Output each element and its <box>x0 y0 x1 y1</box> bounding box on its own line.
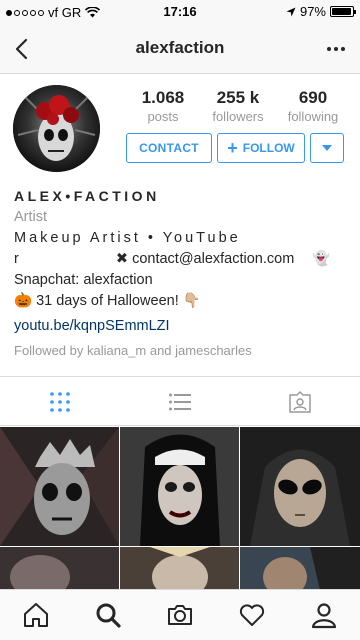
more-options-icon[interactable] <box>322 36 350 62</box>
profile-icon[interactable] <box>310 601 338 629</box>
photo-thumbnail[interactable] <box>240 427 360 546</box>
bio-line-2-prefix: r <box>14 251 22 267</box>
contact-button[interactable]: CONTACT <box>126 133 212 163</box>
follow-button[interactable]: + FOLLOW <box>217 133 305 163</box>
battery-level <box>332 8 352 15</box>
posts-count: 1.068 <box>141 88 185 107</box>
avatar-image <box>13 85 100 172</box>
followed-by-text[interactable]: Followed by kaliana_m and jamescharles <box>14 340 350 361</box>
photo-thumbnail[interactable] <box>0 547 119 589</box>
plus-icon: + <box>227 138 238 158</box>
home-icon[interactable] <box>22 601 50 629</box>
suggestions-dropdown-button[interactable] <box>310 133 344 163</box>
photo-thumbnail[interactable] <box>240 547 360 589</box>
bio-line-1: Makeup Artist • YouTube <box>14 230 241 246</box>
profile-avatar[interactable] <box>13 85 100 172</box>
status-right: 97% <box>286 4 356 19</box>
profile-view-tabs <box>0 376 360 426</box>
camera-icon[interactable] <box>166 601 194 629</box>
bottom-tab-bar <box>0 589 360 640</box>
contact-button-label: CONTACT <box>139 141 199 155</box>
display-name: ALEX•FACTION <box>14 188 160 204</box>
bio-snapchat: Snapchat: alexfaction <box>14 272 153 288</box>
photo-grid <box>0 427 360 589</box>
posts-stat[interactable]: 1.068 posts <box>128 88 198 124</box>
followers-count: 255 k <box>216 88 260 107</box>
contact-email: ✖ contact@alexfaction.com <box>115 251 295 267</box>
following-stat[interactable]: 690 following <box>278 88 348 124</box>
photo-thumbnail[interactable] <box>0 427 119 546</box>
profile-stats: 1.068 posts 255 k followers 690 followin… <box>128 88 348 124</box>
grid-view-icon[interactable] <box>48 390 72 414</box>
follow-button-label: FOLLOW <box>242 141 295 155</box>
caret-down-icon <box>322 145 332 151</box>
search-icon[interactable] <box>94 601 122 629</box>
list-view-icon[interactable] <box>168 390 192 414</box>
heart-icon[interactable] <box>238 601 266 629</box>
followers-stat[interactable]: 255 k followers <box>203 88 273 124</box>
following-label: following <box>287 109 339 124</box>
profile-bio: ALEX•FACTION Artist Makeup Artist • YouT… <box>14 186 350 361</box>
bio-website-link[interactable]: youtu.be/kqnpSEmmLZI <box>14 316 350 337</box>
battery-icon <box>330 6 356 17</box>
status-bar: vf GR 17:16 97% <box>0 0 360 24</box>
posts-label: posts <box>147 109 179 124</box>
location-arrow-icon <box>286 7 296 16</box>
following-count: 690 <box>298 88 328 107</box>
photo-thumbnail[interactable] <box>120 427 239 546</box>
profile-username-title: alexfaction <box>135 38 225 57</box>
bio-line-2: r ✖ contact@alexfaction.com 👻 <box>14 249 350 270</box>
photo-thumbnail[interactable] <box>120 547 239 589</box>
bio-halloween: 🎃 31 days of Halloween! 👇🏼 <box>14 293 201 309</box>
tagged-photos-icon[interactable] <box>288 390 312 414</box>
battery-percent: 97% <box>299 4 326 19</box>
followers-label: followers <box>212 109 264 124</box>
profile-category: Artist <box>14 209 48 225</box>
top-nav-bar: alexfaction <box>0 24 360 74</box>
ghost-emoji: 👻 <box>312 251 331 267</box>
